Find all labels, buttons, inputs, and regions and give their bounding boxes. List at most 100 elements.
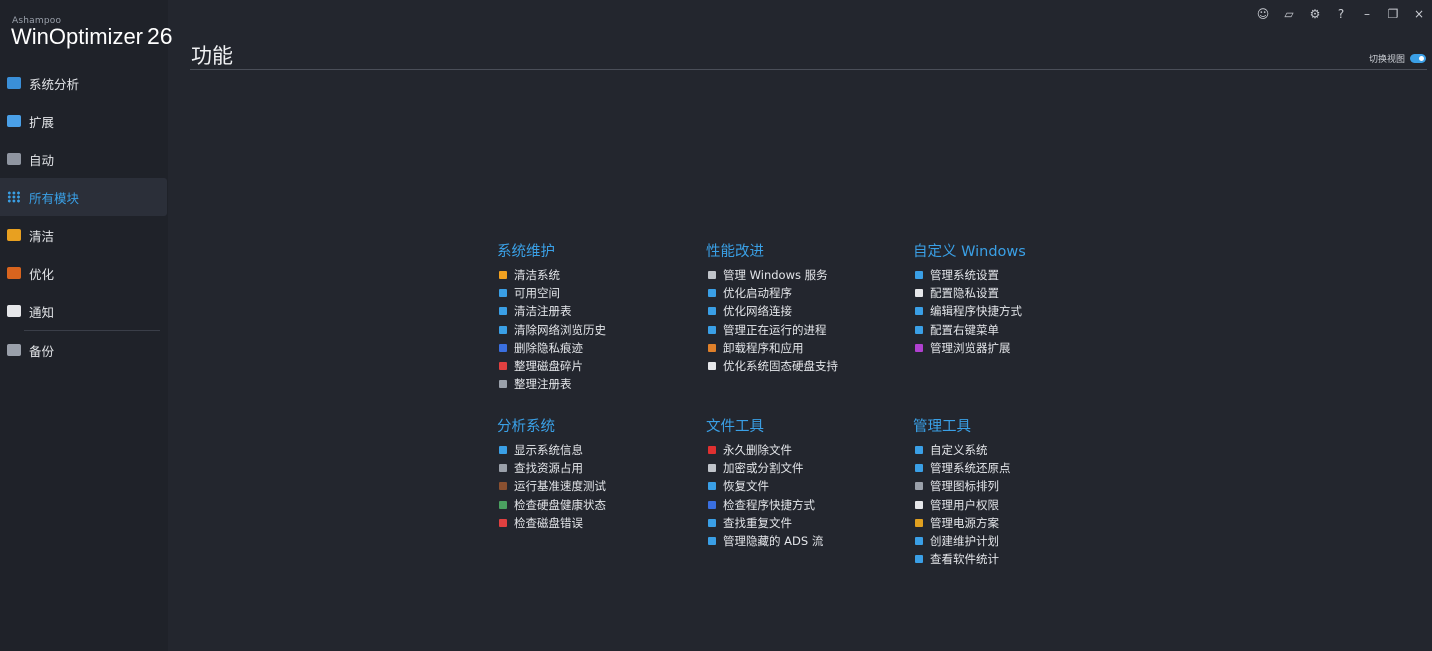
gears-icon	[708, 271, 716, 280]
module-link[interactable]: 自定义系统	[913, 441, 1113, 459]
module-label: 管理正在运行的进程	[723, 322, 827, 337]
module-link[interactable]: 整理磁盘碎片	[497, 357, 697, 375]
module-label: 优化网络连接	[723, 304, 792, 319]
document-icon	[499, 289, 507, 298]
module-label: 检查磁盘错误	[514, 515, 583, 530]
ads-icon	[708, 537, 716, 546]
broom-icon	[499, 271, 507, 280]
icon-layout-icon	[915, 482, 923, 491]
module-link[interactable]: 配置右键菜单	[913, 321, 1113, 339]
module-link[interactable]: 清洁系统	[497, 266, 697, 284]
view-toggle[interactable]: 切换视图	[1369, 52, 1426, 65]
module-link[interactable]: 恢复文件	[706, 477, 906, 495]
module-link[interactable]: 管理电源方案	[913, 514, 1113, 532]
module-link[interactable]: 管理 Windows 服务	[706, 266, 906, 284]
app-version: 26	[147, 23, 173, 49]
module-link[interactable]: 整理注册表	[497, 375, 697, 393]
auto-icon	[7, 153, 21, 165]
sidebar-item-2[interactable]: 自动	[0, 140, 168, 178]
module-link[interactable]: 可用空间	[497, 284, 697, 302]
app-logo: WinOptimizer 26	[11, 23, 173, 50]
minimize-icon[interactable]: –	[1354, 4, 1380, 24]
module-link[interactable]: 查看软件统计	[913, 550, 1113, 568]
module-link[interactable]: 检查磁盘错误	[497, 514, 697, 532]
module-link[interactable]: 优化系统固态硬盘支持	[706, 357, 906, 375]
module-link[interactable]: 优化启动程序	[706, 284, 906, 302]
app-name: WinOptimizer	[11, 24, 144, 49]
group-title[interactable]: 文件工具	[706, 417, 906, 437]
module-link[interactable]: 运行基准速度测试	[497, 477, 697, 495]
module-link[interactable]: 查找重复文件	[706, 514, 906, 532]
module-link[interactable]: 卸载程序和应用	[706, 339, 906, 357]
grid-icon	[7, 191, 21, 203]
schedule-icon	[915, 537, 923, 546]
group-title[interactable]: 性能改进	[706, 242, 906, 262]
module-label: 管理系统设置	[930, 268, 999, 283]
module-label: 管理系统还原点	[930, 461, 1011, 476]
sidebar-item-5[interactable]: 优化	[0, 254, 168, 292]
sidebar-item-3[interactable]: 所有模块	[0, 178, 167, 216]
disk-health-icon	[499, 500, 507, 509]
module-link[interactable]: 管理图标排列	[913, 477, 1113, 495]
module-group-0: 系统维护清洁系统 可用空间 清洁注册表 清除网络浏览历史 删除隐私痕迹 整理磁盘碎片 整理注…	[497, 242, 697, 393]
sidebar-item-1[interactable]: 扩展	[0, 102, 168, 140]
module-link[interactable]: 编辑程序快捷方式	[913, 302, 1113, 320]
sidebar-item-6[interactable]: 通知	[0, 292, 168, 330]
module-label: 配置右键菜单	[930, 322, 999, 337]
defrag-icon	[499, 362, 507, 371]
module-link[interactable]: 清洁注册表	[497, 302, 697, 320]
group-title[interactable]: 系统维护	[497, 242, 697, 262]
page-title: 功能	[191, 44, 233, 68]
help-icon[interactable]: ?	[1328, 4, 1354, 24]
group-title[interactable]: 自定义 Windows	[913, 242, 1113, 262]
sidebar-item-label: 通知	[29, 304, 55, 320]
module-link[interactable]: 管理用户权限	[913, 496, 1113, 514]
module-label: 显示系统信息	[514, 443, 583, 458]
module-label: 查看软件统计	[930, 552, 999, 567]
module-link[interactable]: 永久删除文件	[706, 441, 906, 459]
restore-point-icon	[915, 464, 923, 473]
module-link[interactable]: 删除隐私痕迹	[497, 339, 697, 357]
benchmark-icon	[499, 482, 507, 491]
module-link[interactable]: 管理正在运行的进程	[706, 321, 906, 339]
gauge-icon	[7, 267, 21, 279]
module-link[interactable]: 配置隐私设置	[913, 284, 1113, 302]
module-link[interactable]: 加密或分割文件	[706, 459, 906, 477]
network-icon	[708, 307, 716, 316]
chart-icon	[7, 115, 21, 127]
maximize-icon[interactable]: ❐	[1380, 4, 1406, 24]
context-menu-icon	[915, 325, 923, 334]
module-link[interactable]: 管理浏览器扩展	[913, 339, 1113, 357]
sidebar-item-4[interactable]: 清洁	[0, 216, 168, 254]
sidebar-item-label: 系统分析	[29, 76, 80, 92]
module-link[interactable]: 管理系统还原点	[913, 459, 1113, 477]
module-group-4: 文件工具永久删除文件 加密或分割文件 恢复文件 检查程序快捷方式 查找重复文件 管理隐藏的…	[706, 417, 906, 550]
sidebar-item-label: 所有模块	[29, 190, 80, 206]
close-icon[interactable]: ×	[1406, 4, 1432, 24]
module-link[interactable]: 优化网络连接	[706, 302, 906, 320]
resource-icon	[499, 464, 507, 473]
view-toggle-switch[interactable]	[1410, 54, 1426, 63]
sidebar-item-label: 备份	[29, 343, 55, 359]
module-label: 编辑程序快捷方式	[930, 304, 1022, 319]
module-link[interactable]: 显示系统信息	[497, 441, 697, 459]
module-link[interactable]: 检查硬盘健康状态	[497, 496, 697, 514]
group-title[interactable]: 分析系统	[497, 417, 697, 437]
settings-icon[interactable]: ⚙	[1302, 4, 1328, 24]
news-icon[interactable]: ▱	[1276, 4, 1302, 24]
feedback-icon[interactable]: ☺	[1250, 4, 1276, 24]
sidebar: Ashampoo WinOptimizer 26 系统分析 扩展 自动 所有模块 清洁 优化…	[0, 0, 173, 651]
module-link[interactable]: 管理隐藏的 ADS 流	[706, 532, 906, 550]
module-link[interactable]: 管理系统设置	[913, 266, 1113, 284]
sidebar-item-label: 自动	[29, 152, 55, 168]
module-link[interactable]: 查找资源占用	[497, 459, 697, 477]
module-link[interactable]: 清除网络浏览历史	[497, 321, 697, 339]
battery-icon	[915, 518, 923, 527]
module-label: 查找资源占用	[514, 461, 583, 476]
sidebar-item-7[interactable]: 备份	[0, 331, 168, 369]
module-link[interactable]: 创建维护计划	[913, 532, 1113, 550]
globe-icon	[499, 325, 507, 334]
sidebar-item-0[interactable]: 系统分析	[0, 64, 168, 102]
module-link[interactable]: 检查程序快捷方式	[706, 496, 906, 514]
group-title[interactable]: 管理工具	[913, 417, 1113, 437]
